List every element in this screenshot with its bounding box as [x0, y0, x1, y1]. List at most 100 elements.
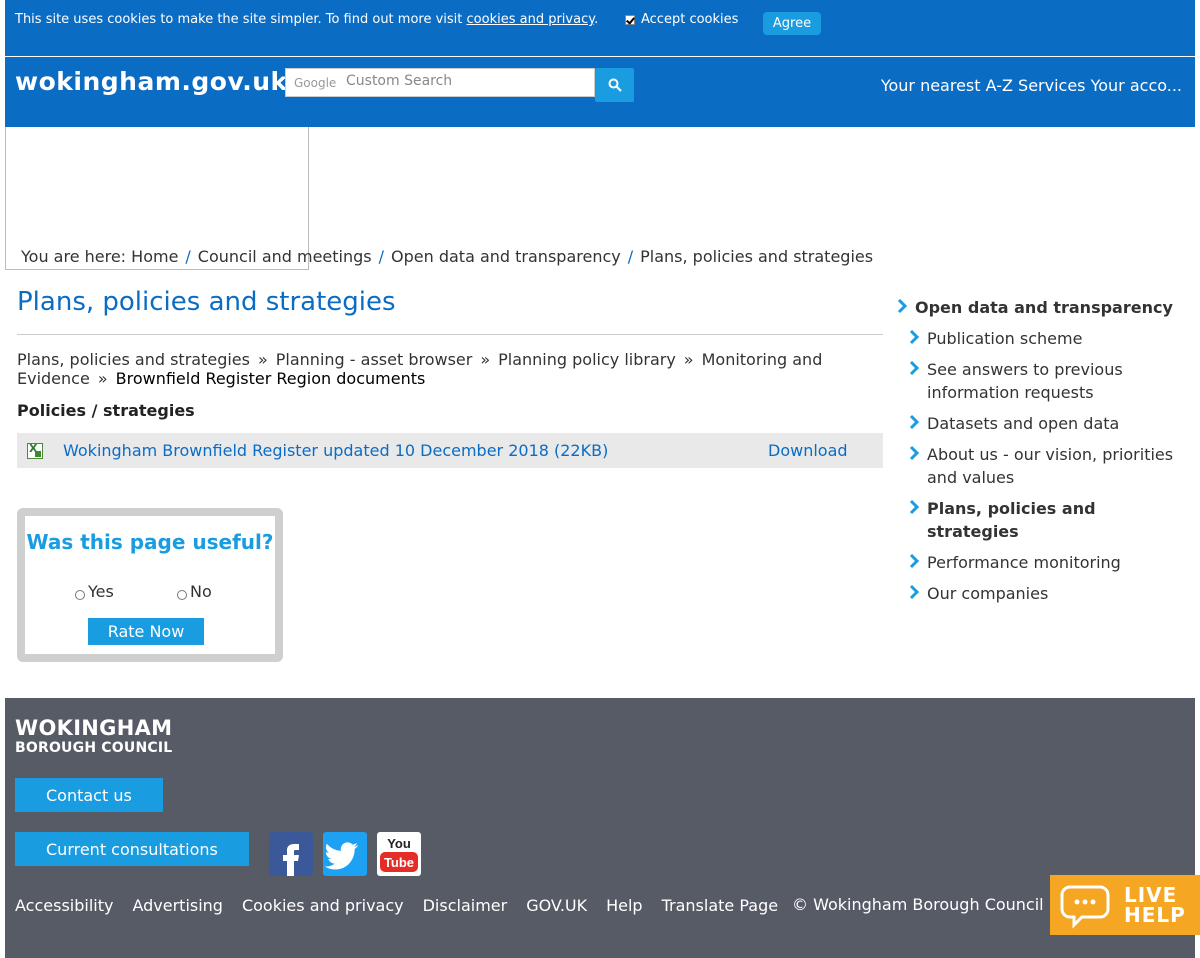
sub-crumb-current: Brownfield Register Region documents — [115, 369, 426, 388]
chevron-right-icon — [909, 499, 920, 515]
google-brand: Google — [294, 76, 337, 90]
side-nav-item-datasets[interactable]: Datasets and open data — [907, 412, 1119, 435]
footer-link-translate[interactable]: Translate Page — [662, 896, 778, 915]
side-nav-item-answers[interactable]: See answers to previous information requ… — [907, 358, 1175, 404]
side-nav-heading-label: Open data and transparency — [915, 298, 1173, 317]
twitter-icon[interactable] — [323, 832, 367, 876]
chevron-right-icon — [909, 553, 920, 569]
search-placeholder: Custom Search — [346, 73, 453, 89]
chevron-right-icon — [909, 584, 920, 600]
side-nav-item-label: About us - our vision, priorities and va… — [927, 445, 1174, 487]
section-heading: Policies / strategies — [17, 401, 195, 420]
side-nav-item-label: Plans, policies and strategies — [927, 499, 1096, 541]
breadcrumb-separator: / — [627, 247, 634, 266]
cookie-message: This site uses cookies to make the site … — [15, 12, 598, 27]
sub-crumb-separator: » — [480, 350, 491, 369]
rate-now-button[interactable]: Rate Now — [88, 618, 204, 645]
live-help-button[interactable]: LIVE HELP — [1050, 875, 1200, 935]
breadcrumb-separator: / — [185, 247, 191, 266]
contact-us-button[interactable]: Contact us — [15, 778, 163, 812]
side-nav-item-companies[interactable]: Our companies — [907, 582, 1048, 605]
sub-crumb-policy-library[interactable]: Planning policy library — [498, 350, 676, 369]
yes-label: Yes — [88, 582, 114, 601]
chat-bubble-icon — [1060, 885, 1110, 929]
chevron-right-icon — [909, 445, 920, 461]
side-nav-item-publication[interactable]: Publication scheme — [907, 327, 1082, 350]
site-logo[interactable]: wokingham.gov.uk — [15, 67, 288, 96]
breadcrumb-separator: / — [378, 247, 385, 266]
feedback-title: Was this page useful? — [26, 530, 274, 554]
page-title: Plans, policies and strategies — [17, 287, 396, 317]
breadcrumb-home[interactable]: Home — [131, 247, 178, 266]
footer-link-cookies[interactable]: Cookies and privacy — [242, 896, 404, 915]
side-nav-item-about[interactable]: About us - our vision, priorities and va… — [907, 443, 1189, 489]
cookie-text: This site uses cookies to make the site … — [15, 12, 467, 27]
breadcrumb-prefix: You are here: — [21, 247, 132, 266]
agree-button[interactable]: Agree — [763, 12, 821, 35]
breadcrumb-council[interactable]: Council and meetings — [198, 247, 372, 266]
chevron-right-icon — [897, 298, 908, 314]
facebook-icon[interactable] — [269, 832, 313, 876]
side-nav-item-label: See answers to previous information requ… — [927, 360, 1123, 402]
breadcrumb-open-data[interactable]: Open data and transparency — [391, 247, 621, 266]
search-input[interactable]: Google Custom Search — [285, 68, 595, 97]
chevron-right-icon — [909, 360, 920, 376]
live-help-label: LIVE HELP — [1124, 885, 1186, 925]
feedback-yes-option[interactable]: Yes — [75, 582, 114, 601]
search-icon — [608, 78, 622, 92]
header-nav-links[interactable]: Your nearest A-Z Services Your acco... — [877, 76, 1182, 95]
consultations-button[interactable]: Current consultations — [15, 832, 249, 866]
checkbox-icon[interactable] — [625, 14, 635, 25]
cookie-banner: This site uses cookies to make the site … — [5, 0, 1195, 56]
no-radio[interactable] — [177, 589, 187, 600]
side-nav-item-plans[interactable]: Plans, policies and strategies — [907, 497, 1137, 543]
footer-links: Accessibility Advertising Cookies and pr… — [15, 896, 797, 915]
search-button[interactable] — [595, 68, 634, 102]
accept-cookies-label: Accept cookies — [641, 12, 739, 27]
footer-link-govuk[interactable]: GOV.UK — [526, 896, 587, 915]
spreadsheet-icon — [27, 442, 43, 459]
sub-crumb-asset-browser[interactable]: Planning - asset browser — [276, 350, 473, 369]
council-logo[interactable]: WOKINGHAM BOROUGH COUNCIL — [15, 718, 172, 758]
sub-crumb-separator: » — [683, 350, 694, 369]
side-nav-item-label: Performance monitoring — [927, 553, 1121, 572]
no-label: No — [190, 582, 212, 601]
chevron-right-icon — [909, 414, 920, 430]
side-nav-heading[interactable]: Open data and transparency — [895, 296, 1173, 319]
copyright: © Wokingham Borough Council — [792, 895, 1044, 914]
sub-crumb-separator: » — [257, 350, 268, 369]
svg-text:Tube: Tube — [384, 855, 414, 870]
sub-crumb-separator: » — [97, 369, 108, 388]
live-help-line1: LIVE — [1124, 883, 1178, 907]
footer-link-advertising[interactable]: Advertising — [132, 896, 223, 915]
side-nav-item-label: Our companies — [927, 584, 1049, 603]
yes-radio[interactable] — [75, 589, 85, 600]
footer-link-accessibility[interactable]: Accessibility — [15, 896, 113, 915]
download-link[interactable]: Download — [768, 441, 848, 460]
logo-line2: BOROUGH COUNCIL — [15, 740, 173, 756]
side-nav-item-label: Datasets and open data — [927, 414, 1120, 433]
site-header: wokingham.gov.uk Google Custom Search Yo… — [5, 57, 1195, 127]
live-help-line2: HELP — [1124, 903, 1186, 927]
chevron-right-icon — [909, 329, 920, 345]
cookie-text-end: . — [594, 12, 599, 27]
svg-text:You: You — [387, 836, 411, 851]
document-link[interactable]: Wokingham Brownfield Register updated 10… — [63, 441, 608, 460]
document-row: Wokingham Brownfield Register updated 10… — [17, 433, 883, 468]
side-nav-item-performance[interactable]: Performance monitoring — [907, 551, 1121, 574]
youtube-icon[interactable]: You Tube — [377, 832, 421, 876]
title-divider — [17, 334, 883, 335]
sub-crumb-plans[interactable]: Plans, policies and strategies — [17, 350, 250, 369]
feedback-panel: Was this page useful? Yes No Rate Now — [25, 516, 275, 654]
footer-link-disclaimer[interactable]: Disclaimer — [423, 896, 508, 915]
breadcrumb: You are here: Home / Council and meetings /… — [21, 247, 873, 266]
side-nav-item-label: Publication scheme — [927, 329, 1083, 348]
footer-link-help[interactable]: Help — [606, 896, 642, 915]
logo-line1: WOKINGHAM — [15, 716, 173, 740]
site-footer: WOKINGHAM BOROUGH COUNCIL Contact us Cur… — [5, 698, 1195, 958]
cookies-privacy-link[interactable]: cookies and privacy — [467, 12, 595, 27]
breadcrumb-current: Plans, policies and strategies — [640, 247, 874, 266]
sub-breadcrumb: Plans, policies and strategies» Planning … — [17, 350, 883, 388]
feedback-no-option[interactable]: No — [177, 582, 212, 601]
accept-cookies-checkbox[interactable]: Accept cookies — [625, 12, 738, 27]
